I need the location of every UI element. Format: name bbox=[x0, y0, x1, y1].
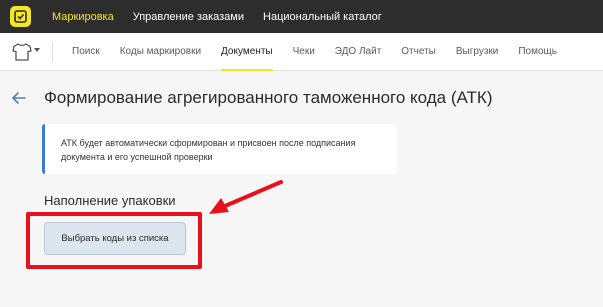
info-line-1: АТК будет автоматически сформирован и пр… bbox=[61, 138, 356, 148]
tab-search[interactable]: Поиск bbox=[72, 33, 100, 71]
info-text: АТК будет автоматически сформирован и пр… bbox=[61, 136, 391, 164]
chevron-down-icon[interactable] bbox=[34, 48, 40, 52]
sub-nav-bar: Поиск Коды маркировки Документы Чеки ЭДО… bbox=[0, 33, 603, 71]
tab-help[interactable]: Помощь bbox=[518, 33, 557, 71]
divider bbox=[52, 42, 53, 62]
tab-marking-codes[interactable]: Коды маркировки bbox=[120, 33, 201, 71]
top-bar: Маркировка Управление заказами Националь… bbox=[0, 0, 603, 33]
top-nav-item-catalog[interactable]: Национальный каталог bbox=[263, 11, 382, 23]
top-nav-item-orders[interactable]: Управление заказами bbox=[133, 11, 244, 23]
section-title: Наполнение упаковки bbox=[44, 193, 176, 208]
tab-exports[interactable]: Выгрузки bbox=[456, 33, 499, 71]
logo-icon[interactable] bbox=[10, 6, 31, 27]
info-notice: АТК будет автоматически сформирован и пр… bbox=[42, 124, 397, 174]
tab-edo-lite[interactable]: ЭДО Лайт bbox=[335, 33, 381, 71]
top-nav: Маркировка Управление заказами Националь… bbox=[52, 0, 401, 33]
annotation-arrow-icon bbox=[209, 180, 283, 214]
sub-nav: Поиск Коды маркировки Документы Чеки ЭДО… bbox=[72, 33, 577, 71]
info-line-2: документа и его успешной проверки bbox=[61, 152, 213, 162]
tshirt-icon[interactable] bbox=[12, 43, 32, 61]
page-title: Формирование агрегированного таможенного… bbox=[44, 88, 493, 107]
back-arrow-icon[interactable] bbox=[10, 89, 28, 107]
tab-reports[interactable]: Отчеты bbox=[401, 33, 436, 71]
tab-documents[interactable]: Документы bbox=[221, 33, 273, 71]
top-nav-item-marking[interactable]: Маркировка bbox=[52, 11, 114, 23]
tab-receipts[interactable]: Чеки bbox=[293, 33, 315, 71]
annotation-highlight-box bbox=[26, 212, 202, 269]
